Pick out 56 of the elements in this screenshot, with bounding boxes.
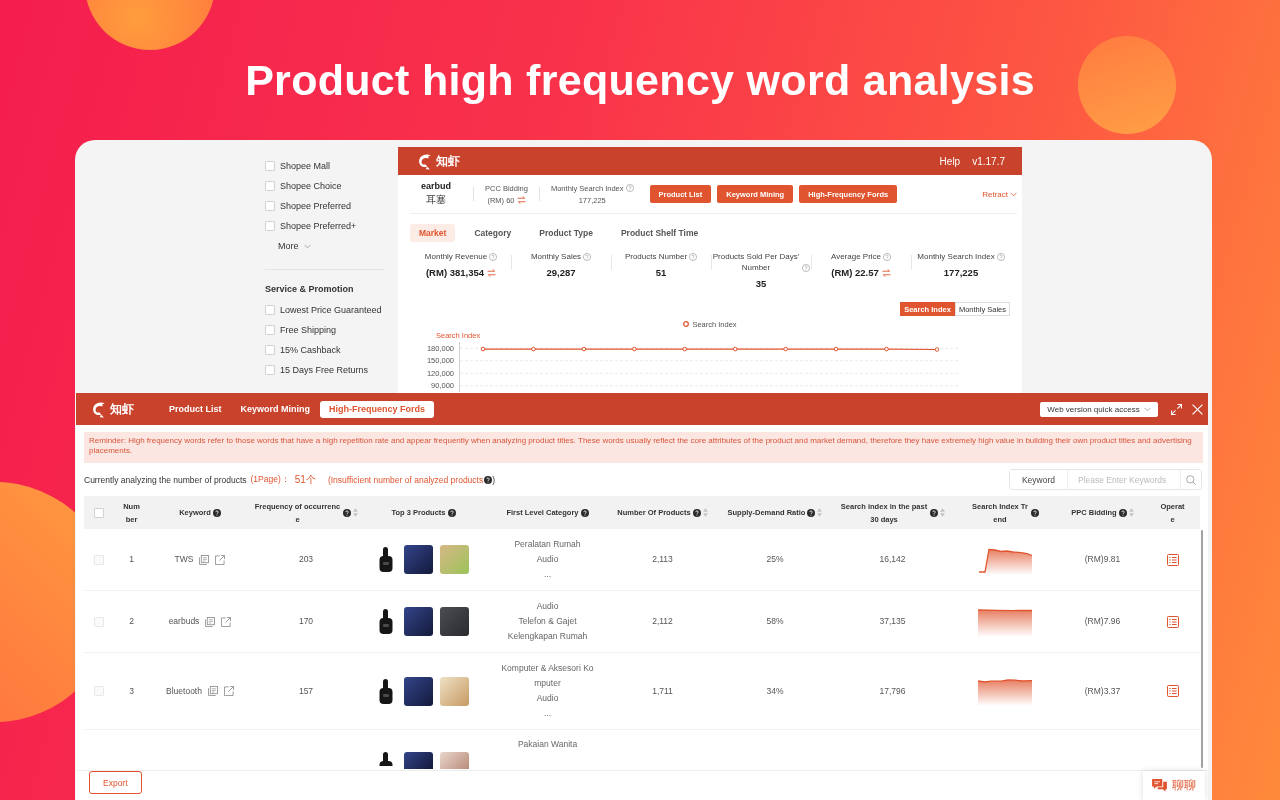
product-count-text: 51个 <box>294 472 316 487</box>
category-text: Komputer & Aksesori Komputer <box>500 662 595 690</box>
translation-text: 耳塞 <box>426 193 446 207</box>
metric-value: 51 <box>655 267 667 279</box>
category-text: Pakaian Wanita <box>517 738 578 751</box>
table-cell-text: 37,135 <box>878 615 907 628</box>
category-text: Kelengkapan Rumah <box>507 630 588 643</box>
table-cell-text: (RM)7.96 <box>1083 615 1122 628</box>
table-cell-text: (RM)3.37 <box>1083 684 1122 698</box>
table-cell-text: 203 <box>297 553 315 566</box>
metric-label: Monthly Search Index <box>917 251 995 262</box>
category-text: ... <box>543 568 552 581</box>
keyword-text: Bluetooth <box>166 684 202 698</box>
warning-text: (Insufficient number of analyzed products <box>327 474 484 485</box>
brand-name: 知虾 <box>110 400 134 418</box>
metric-value: (RM) 381,354 <box>425 267 485 279</box>
table-cell-text: (RM)9.81 <box>1083 553 1122 566</box>
filter-heading: Service & Promotion <box>265 283 355 296</box>
keyword-text: earbud <box>421 181 451 191</box>
category-text: Audio <box>536 600 559 613</box>
keyword-text: earbuds <box>168 615 200 628</box>
metric-label: Average Price <box>830 251 882 262</box>
page-title: Product high frequency word analysis <box>245 55 1035 105</box>
table-cell-text: 2,112 <box>651 615 674 628</box>
table-cell-text: 17,796 <box>878 684 907 698</box>
metric-value: 177,225 <box>943 267 979 279</box>
table-cell-text: 25% <box>765 553 785 566</box>
page-count-text: (1Page)： <box>250 473 290 486</box>
table-cell-text: 170 <box>297 615 315 628</box>
metric-value: 29,287 <box>546 267 576 279</box>
category-text: ... <box>543 707 552 720</box>
category-text: Audio <box>536 553 559 566</box>
metric-label: Products Sold Per Days' Number <box>712 251 800 273</box>
brand-name: 知虾 <box>436 152 460 170</box>
table-cell-text: 1 <box>128 553 135 566</box>
table-cell-text: 16,142 <box>878 553 907 566</box>
table-cell-text: 2 <box>128 615 135 628</box>
metric-value: (RM) 22.57 <box>831 267 879 279</box>
table-cell-text: 58% <box>765 615 785 628</box>
table-cell-text: 157 <box>297 684 315 698</box>
reminder-banner: Reminder: High frequency words refer to those words that have a high repetition rate and appear frequently when analyzing product titles. These words usually reflect the core attributes of the product and market demand, therefore they have extremely high value in building their own product titles and advertising placements. <box>84 432 1203 463</box>
bracket-text: ) <box>492 474 496 485</box>
table-cell-text: 1,711 <box>651 684 674 698</box>
category-text: Peralatan Rumah <box>514 538 581 551</box>
category-text: Telefon & Gajet <box>518 615 577 628</box>
metric-label: Monthly Sales <box>530 251 582 262</box>
version-text: v1.17.7 <box>972 155 1005 167</box>
table-cell-text: 2,113 <box>651 553 674 566</box>
category-text: Audio <box>536 692 559 705</box>
metric-label: Monthly Revenue <box>424 251 488 262</box>
keyword-text: TWS <box>174 553 194 566</box>
metric-label: Products Number <box>624 251 688 262</box>
table-cell-text: 3 <box>128 684 135 698</box>
analysis-label: Currently analyzing the number of products <box>84 474 247 485</box>
metric-value: 35 <box>755 278 767 290</box>
table-cell-text: 34% <box>765 684 785 698</box>
